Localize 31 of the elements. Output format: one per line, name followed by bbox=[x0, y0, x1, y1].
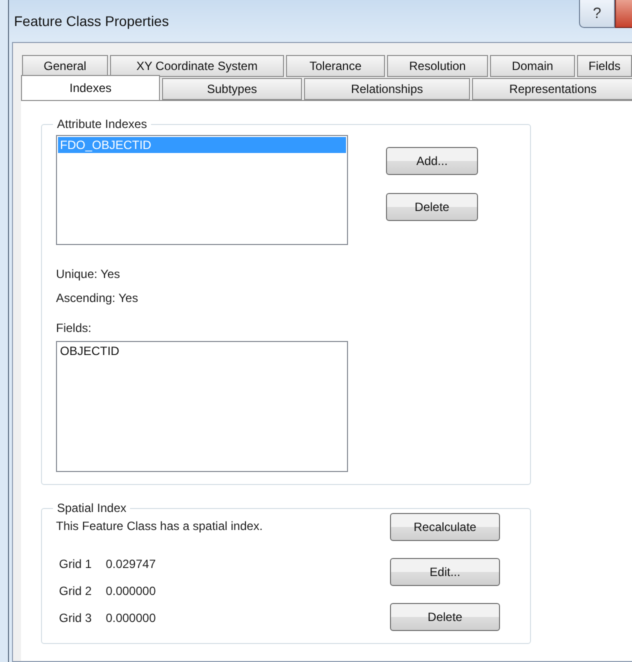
window-title: Feature Class Properties bbox=[14, 13, 169, 29]
grid-label: Grid 1 bbox=[59, 557, 92, 571]
tab[interactable]: Domain bbox=[490, 55, 575, 77]
tab[interactable]: Subtypes bbox=[162, 78, 302, 100]
help-button[interactable]: ? bbox=[579, 0, 615, 28]
grid-value: 0.000000 bbox=[106, 611, 156, 625]
fields-list[interactable]: OBJECTID bbox=[56, 341, 348, 472]
recalculate-button[interactable]: Recalculate bbox=[390, 513, 500, 541]
grid-label: Grid 3 bbox=[59, 611, 92, 625]
group-title: Spatial Index bbox=[56, 501, 128, 515]
tab[interactable]: Relationships bbox=[304, 78, 470, 100]
tab[interactable]: General bbox=[22, 55, 108, 77]
edit-button[interactable]: Edit... bbox=[390, 558, 500, 586]
tab[interactable]: Representations bbox=[472, 78, 632, 100]
tab[interactable]: Fields bbox=[577, 55, 632, 77]
tab[interactable]: Resolution bbox=[387, 55, 488, 77]
grid-value: 0.029747 bbox=[106, 557, 156, 571]
group-title: Attribute Indexes bbox=[56, 117, 148, 131]
delete-button[interactable]: Delete bbox=[390, 603, 500, 631]
list-item[interactable]: OBJECTID bbox=[58, 343, 346, 359]
status-text: This Feature Class has a spatial index. bbox=[56, 519, 264, 533]
grid-label: Grid 2 bbox=[59, 584, 92, 598]
fields-label: Fields: bbox=[56, 321, 92, 335]
delete-button[interactable]: Delete bbox=[386, 193, 478, 221]
unique-label: Unique: Yes bbox=[56, 267, 122, 281]
ascending-label: Ascending: Yes bbox=[56, 291, 140, 305]
add-button[interactable]: Add... bbox=[386, 147, 478, 175]
tab[interactable]: XY Coordinate System bbox=[110, 55, 284, 77]
tab[interactable]: Indexes bbox=[21, 75, 160, 100]
grid-value: 0.000000 bbox=[106, 584, 156, 598]
tab[interactable]: Tolerance bbox=[286, 55, 385, 77]
